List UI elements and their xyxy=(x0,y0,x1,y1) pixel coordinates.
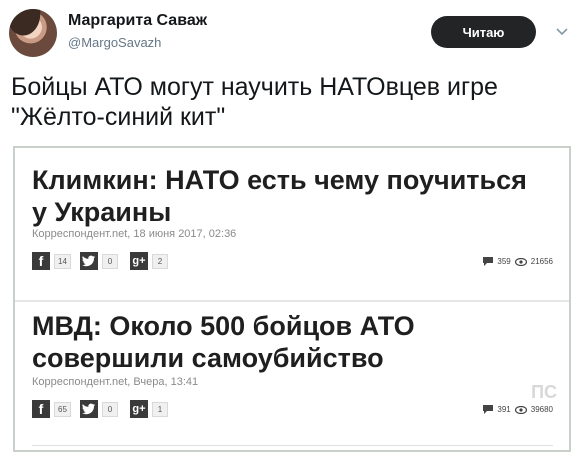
tweet-header: Маргарита Саваж @MargoSavazh Читаю xyxy=(0,0,581,62)
views-eye-icon xyxy=(514,257,527,266)
avatar-hair xyxy=(9,9,57,57)
comment-count: 359 xyxy=(497,257,511,266)
headline-line2: у Украины xyxy=(32,197,172,227)
headline-line2: совершили самоубийство xyxy=(32,343,384,373)
gplus-count: 2 xyxy=(152,254,168,269)
tweet-text-line1: Бойцы АТО могут научить НАТОвцев игре xyxy=(11,73,498,101)
gplus-icon: g+ xyxy=(130,400,148,418)
news-headline: Климкин: НАТО есть чему поучиться у Укра… xyxy=(32,164,552,228)
facebook-count: 65 xyxy=(54,402,71,417)
headline-line1: Климкин: НАТО есть чему поучиться xyxy=(32,165,527,195)
article-stats: 391 39680 xyxy=(483,405,553,414)
comment-icon xyxy=(483,405,494,414)
facebook-icon: f xyxy=(32,252,50,270)
headline-line1: МВД: Около 500 бойцов АТО xyxy=(32,311,415,341)
chevron-down-icon[interactable] xyxy=(554,26,570,38)
twitter-icon xyxy=(80,400,98,418)
display-name[interactable]: Маргарита Саваж xyxy=(68,12,207,30)
tweet-media-image[interactable]: Климкин: НАТО есть чему поучиться у Укра… xyxy=(13,146,571,452)
user-handle[interactable]: @MargoSavazh xyxy=(68,35,161,50)
views-count: 21656 xyxy=(530,257,553,266)
comment-count: 391 xyxy=(497,405,511,414)
gplus-icon: g+ xyxy=(130,252,148,270)
news-meta: Корреспондент.net, 18 июня 2017, 02:36 xyxy=(32,228,237,240)
facebook-icon: f xyxy=(32,400,50,418)
news-headline: МВД: Около 500 бойцов АТО совершили само… xyxy=(32,310,552,374)
twitter-icon xyxy=(80,252,98,270)
news-card: Климкин: НАТО есть чему поучиться у Укра… xyxy=(15,148,569,298)
facebook-count: 14 xyxy=(54,254,71,269)
gplus-count: 1 xyxy=(152,402,168,417)
article-stats: 359 21656 xyxy=(483,257,553,266)
twitter-count: 0 xyxy=(102,402,118,417)
views-eye-icon xyxy=(514,405,527,414)
news-meta: Корреспондент.net, Вчера, 13:41 xyxy=(32,376,199,388)
views-count: 39680 xyxy=(530,405,553,414)
divider xyxy=(32,445,553,446)
watermark-logo: ПС xyxy=(531,382,557,402)
twitter-count: 0 xyxy=(102,254,118,269)
comment-icon xyxy=(483,257,494,266)
news-card: МВД: Около 500 бойцов АТО совершили само… xyxy=(15,300,569,450)
follow-button[interactable]: Читаю xyxy=(431,16,536,48)
tweet-text-line2: "Жёлто-синий кит" xyxy=(11,103,226,131)
tweet-text: Бойцы АТО могут научить НАТОвцев игре "Ж… xyxy=(11,72,571,132)
avatar[interactable] xyxy=(9,9,57,57)
